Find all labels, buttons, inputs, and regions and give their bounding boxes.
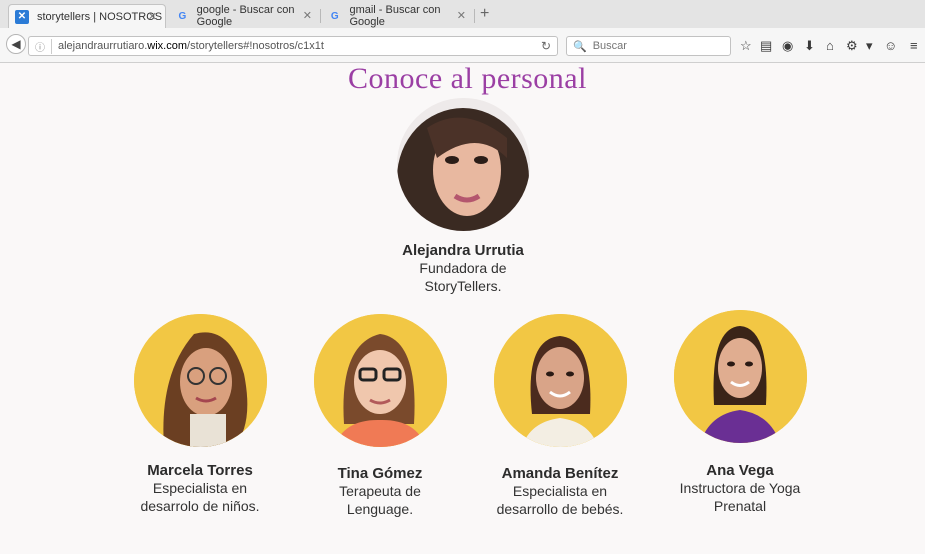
team-member-card: Amanda Benítez Especialista en desarroll… [490,465,630,518]
portrait-image [674,310,807,443]
reload-icon[interactable]: ↻ [541,39,551,53]
url-prefix: alejandraurrutiaro. [58,40,148,52]
portrait-image [314,314,447,447]
tab-gmail[interactable]: G gmail - Buscar con Google ✕ [322,4,474,28]
member-role: Terapeuta de Lenguage. [339,483,421,517]
close-icon[interactable]: ✕ [303,9,312,22]
member-name: Ana Vega [706,462,774,479]
tab-google[interactable]: G google - Buscar con Google ✕ [170,4,320,28]
url-bar[interactable]: ⓘ alejandraurrutiaro. wix.com/storyteller… [28,36,558,56]
avatar [494,314,627,447]
close-icon[interactable]: ✕ [457,9,466,22]
tab-storytellers[interactable]: ✕ storytellers | NOSOTROS ✕ [8,4,166,28]
tab-bar: ✕ storytellers | NOSOTROS ✕ G google - B… [0,0,925,29]
download-icon[interactable]: ⬇ [804,38,815,54]
portrait-image [494,314,627,447]
back-button[interactable]: ◀ [6,34,26,54]
portrait-image [134,314,267,447]
bookmark-star-icon[interactable]: ☆ [740,38,752,54]
new-tab-button[interactable]: + [480,5,489,23]
arrow-left-icon: ◀ [11,37,21,51]
member-name: Alejandra Urrutia [402,242,524,259]
google-icon: G [330,10,339,22]
extension-icon[interactable]: ⚙ [846,38,858,54]
google-icon: G [178,10,187,22]
menu-icon[interactable]: ≡ [910,38,918,53]
avatar [397,98,530,231]
close-icon[interactable]: ✕ [148,10,157,23]
member-role: Instructora de Yoga Prenatal [679,480,801,514]
member-role: Especialista en desarrollo de bebés. [496,483,624,517]
member-role: Especialista en desarrolo de niños. [140,480,260,514]
team-member-card: Marcela Torres Especialista en desarrolo… [130,462,270,515]
nav-bar: ◀ ⓘ alejandraurrutiaro. wix.com/storytell… [0,28,925,63]
tab-separator [474,9,475,23]
reading-list-icon[interactable]: ▤ [760,38,772,54]
wix-icon: ✕ [15,9,29,24]
url-path: /storytellers#!nosotros/c1x1t [187,40,324,52]
page-title: Conoce al personal [348,62,587,95]
tab-title: gmail - Buscar con Google [349,4,441,28]
tab-separator [320,9,321,23]
avatar [314,314,447,447]
avatar [134,314,267,447]
pocket-icon[interactable]: ◉ [782,38,793,54]
member-role: Fundadora de StoryTellers. [419,260,507,294]
founder-card: Alejandra Urrutia Fundadora de StoryTell… [363,242,563,295]
url-host: wix.com [147,40,188,52]
member-name: Marcela Torres [147,462,253,479]
chat-icon[interactable]: ☺ [884,38,897,53]
team-member-card: Tina Gómez Terapeuta de Lenguage. [310,465,450,518]
search-box[interactable]: 🔍 [566,36,731,56]
search-icon: 🔍 [573,40,587,53]
chevron-down-icon[interactable]: ▾ [866,38,873,54]
team-member-card: Ana Vega Instructora de Yoga Prenatal [665,462,815,515]
avatar [674,310,807,443]
tab-title: storytellers | NOSOTROS [37,10,163,23]
member-name: Amanda Benítez [501,465,619,482]
search-input[interactable] [590,39,725,53]
home-icon[interactable]: ⌂ [826,38,834,53]
member-name: Tina Gómez [337,465,423,482]
portrait-image [397,98,530,231]
info-icon[interactable]: ⓘ [35,38,52,54]
tab-title: google - Buscar con Google [196,4,295,28]
